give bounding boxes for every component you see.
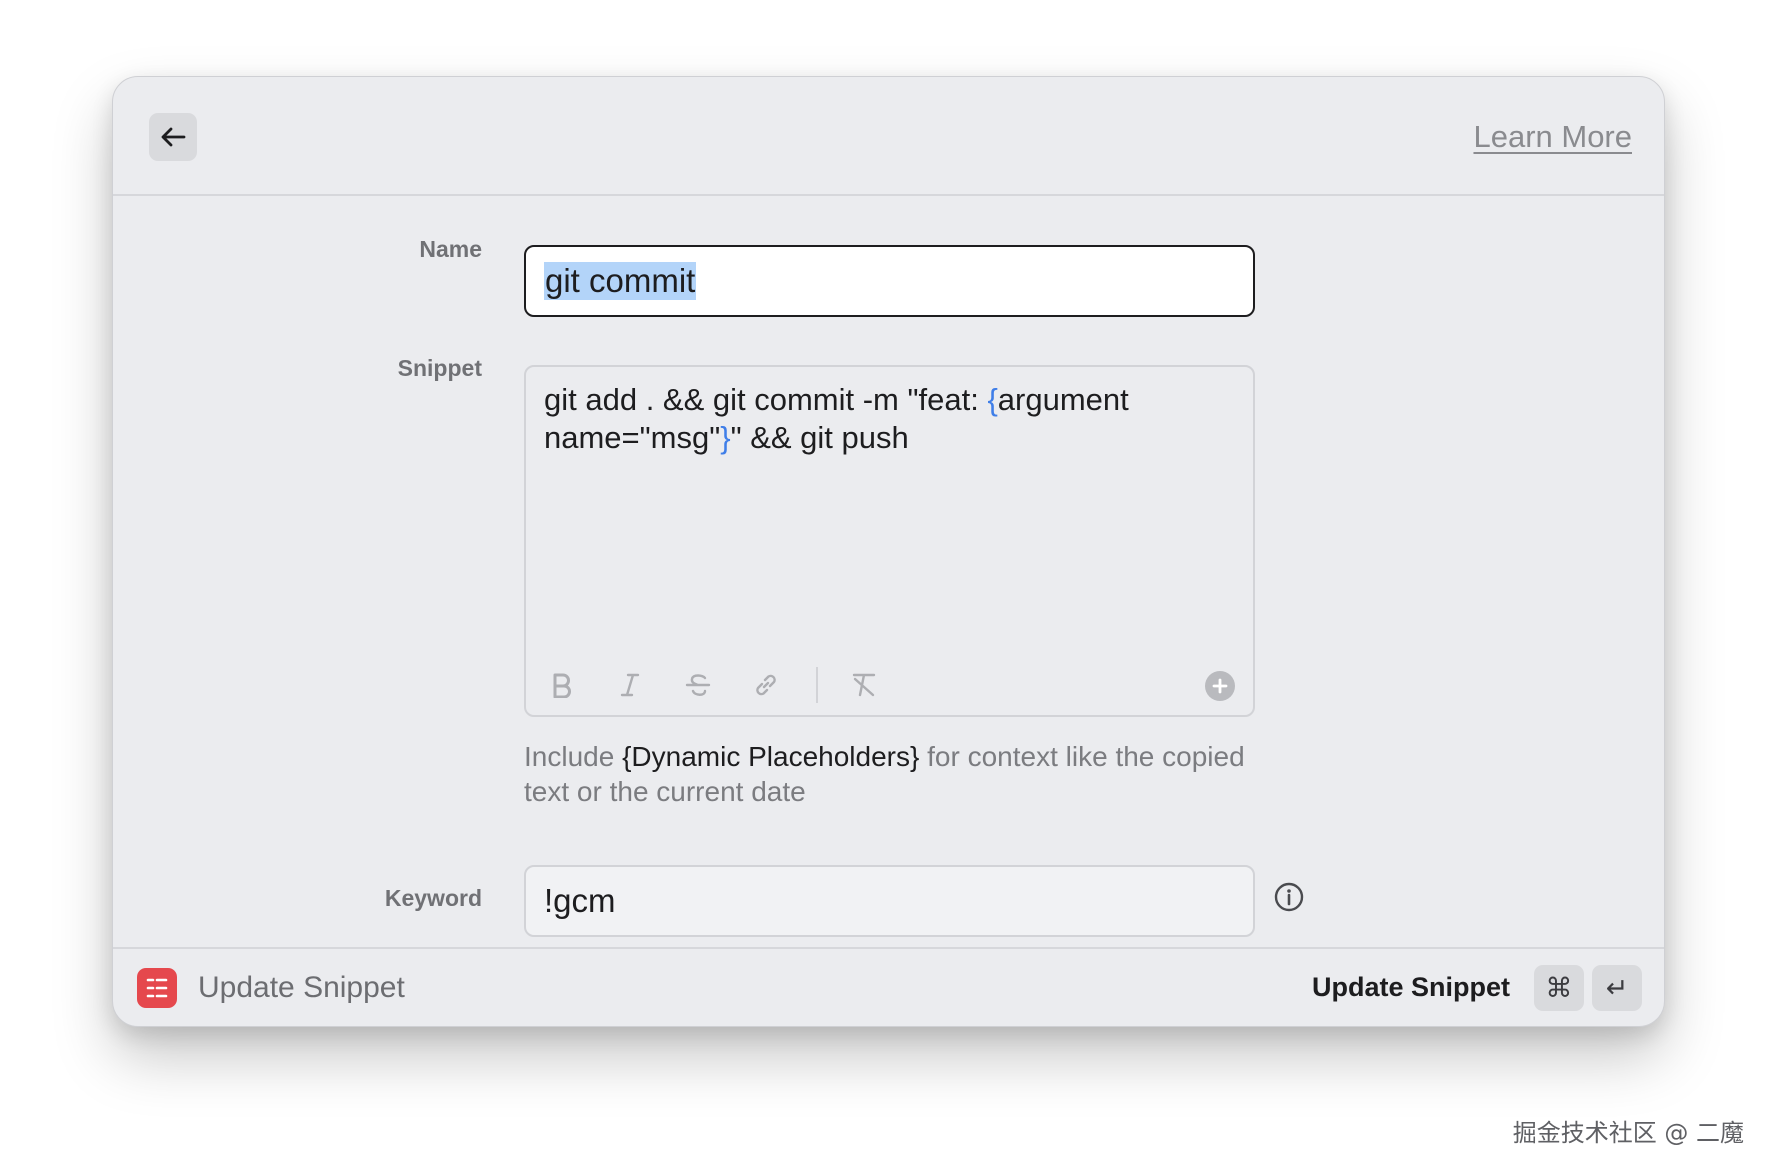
placeholder-hint: Include {Dynamic Placeholders} for conte…: [524, 739, 1264, 809]
snippet-editor[interactable]: git add . && git commit -m "feat: {argum…: [524, 365, 1255, 717]
link-icon[interactable]: [748, 667, 784, 703]
snippets-app-icon: [137, 968, 177, 1008]
arrow-left-icon: [161, 127, 186, 147]
placeholder-brace-close: }: [720, 420, 731, 455]
keyword-input-value: !gcm: [544, 882, 616, 919]
snippet-editor-window: Learn More Name git commit Snippet git a…: [112, 76, 1665, 1027]
footer-title: Update Snippet: [198, 971, 405, 1004]
update-snippet-button[interactable]: Update Snippet: [1312, 972, 1510, 1003]
learn-more-link[interactable]: Learn More: [1473, 119, 1632, 155]
watermark: 掘金技术社区 @ 二魔: [1512, 1119, 1744, 1147]
action-bar: Update Snippet Update Snippet ⌘ ↵: [113, 947, 1664, 1026]
return-key-badge: ↵: [1592, 965, 1642, 1011]
format-toolbar: [544, 667, 1235, 703]
italic-icon[interactable]: [612, 667, 648, 703]
placeholder-brace-open: {: [987, 382, 998, 417]
snippet-text-segment: git add . && git commit -m "feat:: [544, 382, 988, 417]
back-button[interactable]: [149, 113, 197, 161]
clear-format-icon[interactable]: [846, 667, 882, 703]
snippet-text[interactable]: git add . && git commit -m "feat: {argum…: [544, 381, 1224, 457]
bold-icon[interactable]: [544, 667, 580, 703]
info-icon[interactable]: [1273, 881, 1305, 913]
name-input[interactable]: git commit: [524, 245, 1255, 317]
name-label: Name: [419, 236, 482, 262]
strikethrough-icon[interactable]: [680, 667, 716, 703]
hint-prefix: Include: [524, 741, 623, 772]
name-input-value: git commit: [544, 262, 697, 300]
dynamic-placeholders-link[interactable]: {Dynamic Placeholders}: [622, 741, 919, 772]
toolbar-divider: [816, 667, 818, 703]
keyword-input[interactable]: !gcm: [524, 865, 1255, 937]
add-placeholder-icon[interactable]: [1205, 671, 1235, 701]
command-key-badge: ⌘: [1534, 965, 1584, 1011]
snippet-label: Snippet: [397, 355, 482, 381]
keyword-label: Keyword: [384, 885, 482, 911]
header: Learn More: [113, 77, 1664, 196]
snippet-text-segment: " && git push: [730, 420, 909, 455]
